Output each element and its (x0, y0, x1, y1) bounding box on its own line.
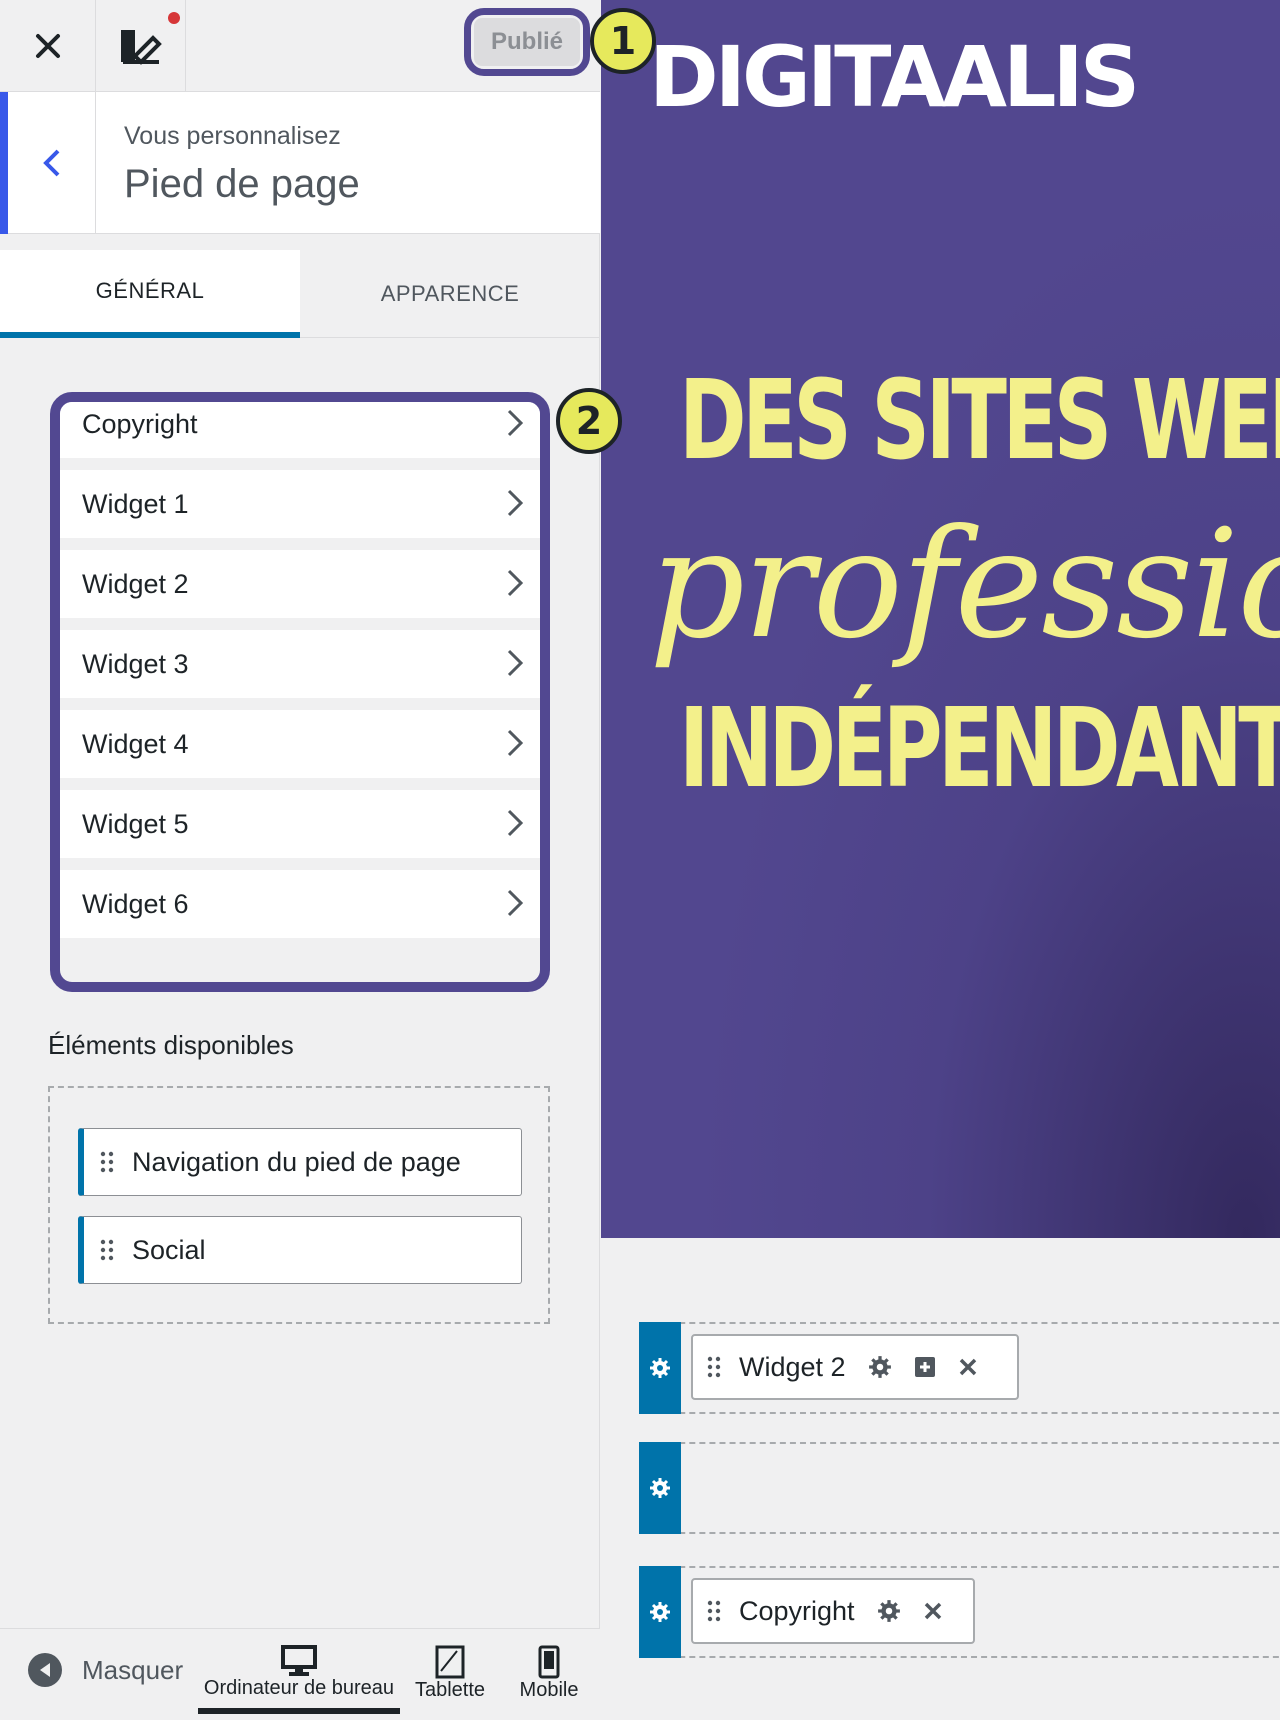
item-remove-button[interactable] (958, 1357, 978, 1377)
chevron-right-icon (507, 409, 524, 437)
available-item-footer-navigation[interactable]: Navigation du pied de page (78, 1128, 522, 1196)
device-mobile-button[interactable]: Mobile (512, 1645, 586, 1702)
placed-item-label: Widget 2 (739, 1351, 846, 1382)
device-label: Mobile (519, 1679, 579, 1701)
footer-row-middle (639, 1442, 1280, 1534)
close-customizer-button[interactable] (0, 0, 96, 92)
drag-handle-icon (100, 1151, 120, 1173)
tab-general[interactable]: GÉNÉRAL (0, 250, 300, 338)
device-tablet-button[interactable]: Tablette (410, 1645, 490, 1702)
hero-section: DIGITAALIS DES SITES WEB professionnels … (601, 0, 1280, 1238)
hero-heading-line-3: INDÉPENDANTS (679, 684, 1280, 812)
row-settings-button[interactable] (639, 1322, 681, 1414)
close-icon (924, 1602, 941, 1620)
list-item-label: Widget 5 (82, 808, 189, 839)
chevron-right-icon (507, 569, 524, 597)
desktop-icon (281, 1645, 317, 1676)
list-item-widget-3[interactable]: Widget 3 (60, 630, 540, 698)
widget-edit-icon (914, 1357, 935, 1377)
drag-handle-icon (100, 1239, 120, 1261)
device-desktop-button[interactable]: Ordinateur de bureau (198, 1645, 400, 1714)
gear-icon (650, 1602, 670, 1622)
hero-heading-line-1: DES SITES WEB (679, 356, 1280, 484)
close-icon (35, 34, 60, 58)
available-item-label: Navigation du pied de page (132, 1146, 461, 1177)
available-elements-title: Éléments disponibles (48, 1030, 294, 1060)
list-item-widget-5[interactable]: Widget 5 (60, 790, 540, 858)
customizer-topbar: Publié (0, 0, 600, 92)
row-settings-button[interactable] (639, 1442, 681, 1534)
tablet-icon (435, 1645, 465, 1679)
item-remove-button[interactable] (923, 1601, 943, 1621)
chevron-right-icon (507, 729, 524, 757)
publish-button[interactable]: Publié (474, 18, 580, 66)
change-theme-button[interactable] (96, 0, 186, 92)
footer-row-bottom: Copyright (639, 1566, 1280, 1658)
notification-dot (168, 12, 180, 24)
chevron-left-icon (42, 149, 59, 177)
list-item-copyright[interactable]: Copyright (60, 402, 540, 458)
chevron-right-icon (507, 809, 524, 837)
device-label: Ordinateur de bureau (203, 1677, 395, 1699)
list-item-widget-2[interactable]: Widget 2 (60, 550, 540, 618)
list-item-label: Copyright (82, 408, 198, 439)
section-title: Pied de page (124, 162, 360, 206)
list-item-widget-4[interactable]: Widget 4 (60, 710, 540, 778)
section-subtitle: Vous personnalisez (124, 122, 341, 150)
close-icon (959, 1358, 976, 1376)
list-item-label: Widget 6 (82, 888, 189, 919)
annotation-badge-1: 1 (590, 8, 656, 74)
list-item-widget-1[interactable]: Widget 1 (60, 470, 540, 538)
chevron-right-icon (507, 889, 524, 917)
chevron-right-icon (507, 649, 524, 677)
available-item-label: Social (132, 1234, 206, 1265)
drag-handle-icon (707, 1356, 727, 1378)
site-logo[interactable]: DIGITAALIS (649, 28, 1140, 126)
back-button[interactable] (0, 92, 96, 234)
hide-label: Masquer (82, 1654, 184, 1685)
placed-item-copyright[interactable]: Copyright (691, 1578, 975, 1644)
placed-item-label: Copyright (739, 1595, 855, 1626)
drag-handle-icon (707, 1600, 727, 1622)
item-settings-button[interactable] (877, 1599, 901, 1623)
gear-icon (868, 1356, 891, 1378)
customizer-footer-bar: Masquer Ordinateur de bureau Tablette Mo… (0, 1628, 600, 1720)
gear-icon (650, 1478, 670, 1498)
mobile-icon (538, 1645, 560, 1679)
customizer-sidebar: Publié Vous personnalisez Pied de page G… (0, 0, 600, 1720)
list-item-label: Widget 1 (82, 488, 189, 519)
item-settings-button[interactable] (868, 1355, 892, 1379)
placed-item-widget-2[interactable]: Widget 2 (691, 1334, 1019, 1400)
gear-icon (650, 1358, 670, 1378)
device-label: Tablette (414, 1679, 486, 1701)
gear-icon (877, 1600, 900, 1622)
hero-heading-script: professionnels (649, 498, 1280, 672)
available-elements-dropzone: Navigation du pied de page Social (48, 1086, 550, 1324)
collapse-arrow-icon (28, 1653, 62, 1687)
footer-items-list: Copyright Widget 1 Widget 2 Widget 3 Wid… (50, 392, 550, 992)
hide-controls-button[interactable]: Masquer (28, 1653, 183, 1687)
section-header: Vous personnalisez Pied de page (0, 92, 600, 234)
list-item-label: Widget 4 (82, 728, 189, 759)
paintbrush-edit-icon (120, 30, 162, 65)
available-item-social[interactable]: Social (78, 1216, 522, 1284)
list-item-widget-6[interactable]: Widget 6 (60, 870, 540, 938)
tab-bar: GÉNÉRAL APPARENCE (0, 250, 600, 338)
chevron-right-icon (507, 489, 524, 517)
list-item-label: Widget 3 (82, 648, 189, 679)
site-preview: DIGITAALIS DES SITES WEB professionnels … (601, 0, 1280, 1720)
footer-row-top: Widget 2 (639, 1322, 1280, 1414)
row-settings-button[interactable] (639, 1566, 681, 1658)
list-item-label: Widget 2 (82, 568, 189, 599)
item-widget-edit-button[interactable] (914, 1356, 936, 1378)
tab-apparence[interactable]: APPARENCE (300, 250, 600, 338)
annotation-badge-2: 2 (556, 388, 622, 454)
